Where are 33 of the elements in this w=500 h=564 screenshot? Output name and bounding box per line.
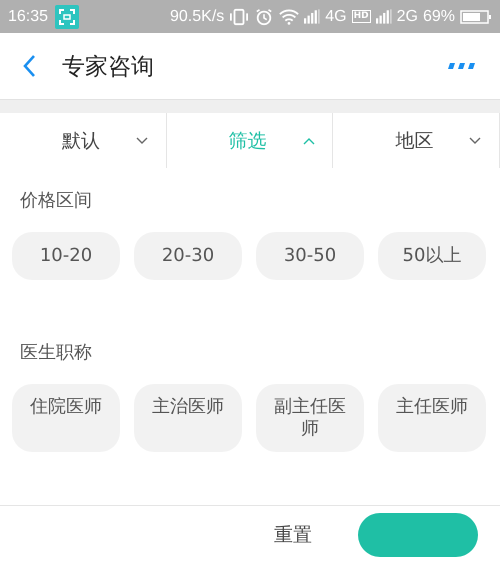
confirm-button[interactable] [358, 513, 478, 557]
clock: 16:35 [8, 8, 48, 26]
screenshot-icon [55, 4, 80, 28]
section-title: 价格区间 [19, 189, 93, 213]
chevron-down-icon [469, 136, 482, 144]
signal-icon [376, 9, 392, 24]
signal-icon [304, 9, 320, 24]
network-type: 2G [396, 8, 418, 26]
option-chip[interactable]: 住院医师 [12, 384, 120, 452]
option-chip[interactable]: 30-50 [256, 232, 364, 280]
reset-button[interactable]: 重置 [268, 521, 318, 549]
filter-tab[interactable]: 默认 [0, 113, 167, 168]
battery-icon [460, 10, 492, 24]
option-chip[interactable]: 主任医师 [378, 384, 486, 452]
option-chip[interactable]: 主治医师 [134, 384, 242, 452]
chevron-down-icon [136, 136, 148, 144]
option-chip[interactable]: 副主任医师 [256, 384, 364, 452]
battery-percent: 69% [422, 8, 455, 26]
option-chip[interactable]: 10-20 [12, 232, 120, 280]
section-title: 医生职称 [19, 341, 93, 365]
wifi-icon [279, 8, 300, 26]
hd-badge: HD [352, 10, 371, 23]
option-chip[interactable]: 20-30 [134, 232, 242, 280]
network-speed: 90.5K/s [170, 8, 224, 26]
network-type: 4G [325, 8, 347, 26]
option-chip[interactable]: 50以上 [378, 232, 486, 280]
vibrate-icon [229, 8, 250, 26]
filter-tab[interactable]: 地区 [333, 113, 500, 168]
more-icon[interactable] [446, 62, 476, 70]
page-title: 专家咨询 [62, 52, 154, 82]
back-icon[interactable] [22, 54, 36, 78]
alarm-icon [254, 8, 274, 26]
chevron-up-icon [302, 136, 315, 144]
